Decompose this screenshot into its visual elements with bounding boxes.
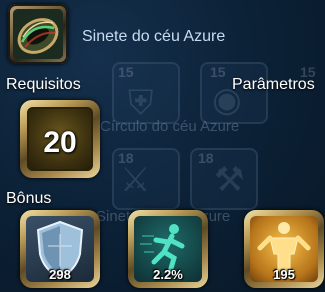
bg-level: 15 (210, 64, 226, 80)
shield-icon: 298 (26, 216, 94, 282)
defense-bonus-value: 298 (49, 267, 71, 282)
bonus-tile-speed[interactable]: 2.2% (128, 210, 208, 288)
speed-bonus-value: 2.2% (153, 267, 183, 282)
bonus-label: Bônus (6, 190, 52, 207)
bg-set-name: Círculo do céu Azure (100, 118, 240, 135)
bg-axe-icon: ⚒ (214, 161, 245, 199)
item-title: Sinete do céu Azure (82, 28, 226, 45)
item-icon-frame[interactable] (8, 4, 68, 64)
vitality-bonus-value: 195 (273, 267, 295, 282)
requirements-label: Requisitos (6, 76, 81, 93)
level-badge: 20 (27, 107, 93, 171)
bonus-tile-vitality[interactable]: 195 (244, 210, 324, 288)
running-man-icon: 2.2% (134, 216, 202, 282)
parameters-label: Parâmetros (232, 76, 315, 93)
level-requirement-tile[interactable]: 20 (20, 100, 100, 178)
bg-sword-icon: ⚔ (120, 161, 151, 199)
bonus-tile-defense[interactable]: 298 (20, 210, 100, 288)
ring-icon (13, 9, 63, 59)
bg-level: 18 (198, 150, 214, 166)
required-level-value: 20 (43, 126, 77, 159)
body-figure-icon: 195 (250, 216, 318, 282)
bg-level: 15 (118, 64, 134, 80)
